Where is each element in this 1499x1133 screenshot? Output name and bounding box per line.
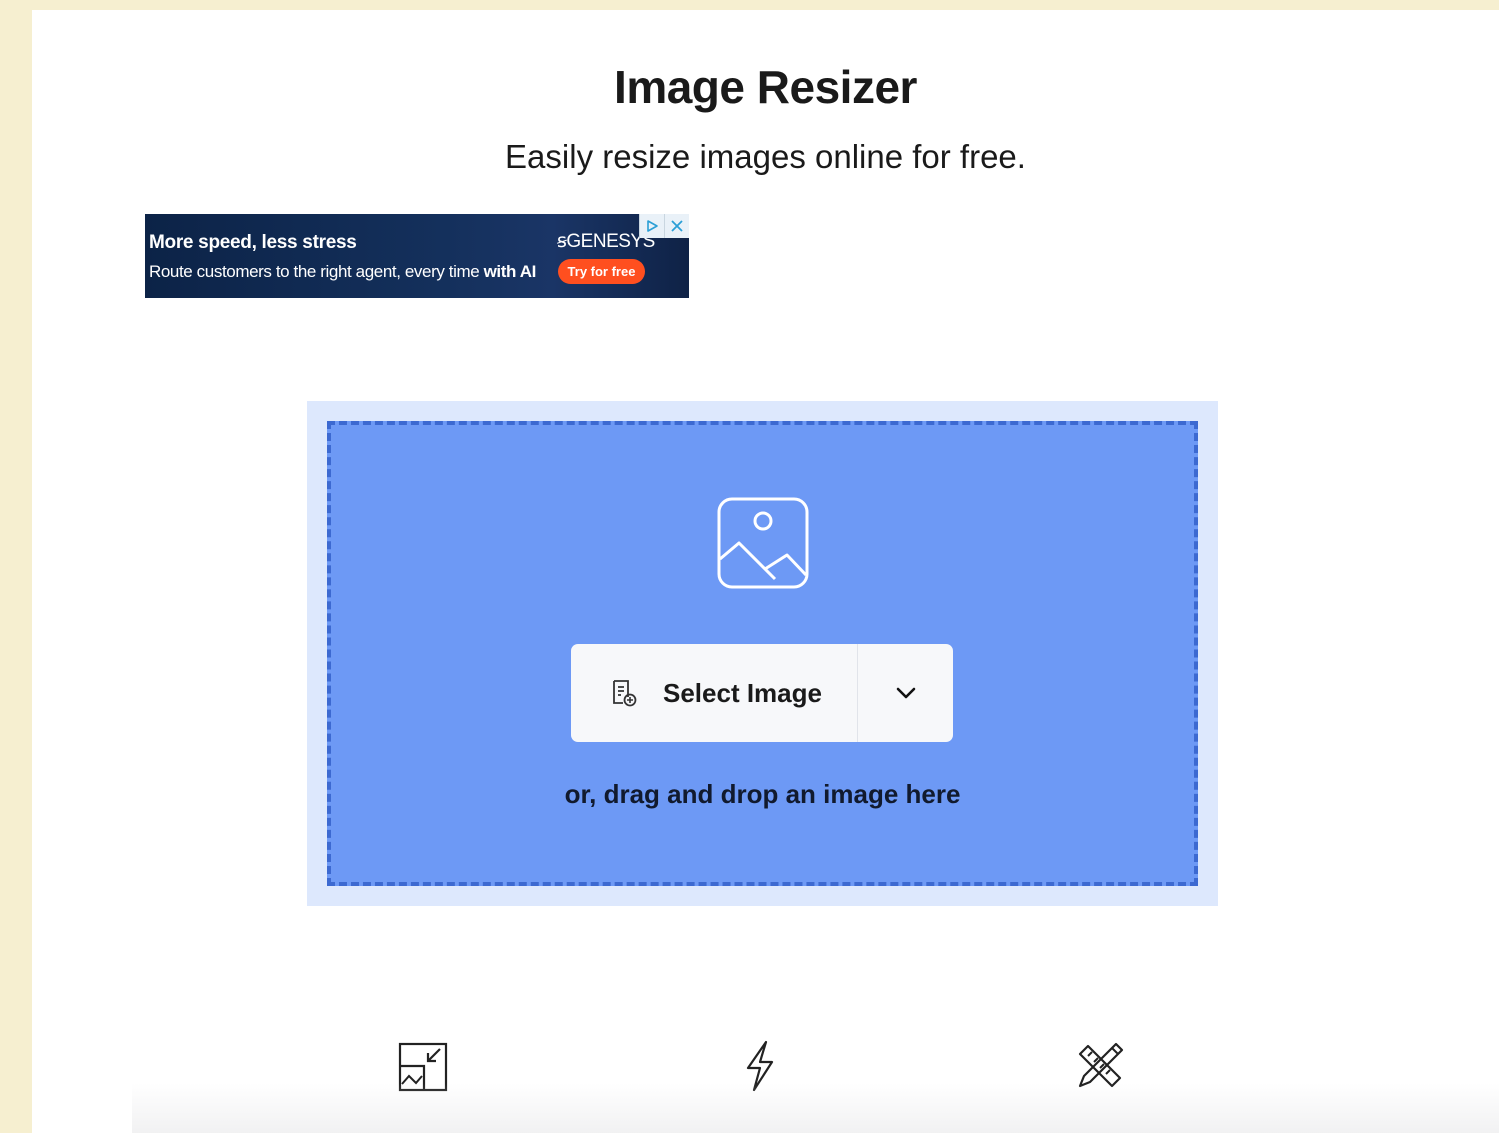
adchoices-icon[interactable]	[639, 214, 664, 238]
ad-banner[interactable]: More speed, less stress Route customers …	[145, 214, 689, 298]
ad-body: Route customers to the right agent, ever…	[149, 262, 536, 282]
select-image-group: Select Image	[571, 644, 953, 742]
ad-brand-mark: ꞩ	[557, 231, 567, 252]
dropzone[interactable]: Select Image or, drag and drop an image …	[327, 421, 1198, 886]
select-image-button[interactable]: Select Image	[571, 644, 857, 742]
ad-cta-button[interactable]: Try for free	[558, 259, 645, 284]
close-icon[interactable]	[664, 214, 689, 238]
ad-body-bold: with AI	[483, 262, 537, 281]
select-source-dropdown[interactable]	[858, 644, 953, 742]
chevron-down-icon	[896, 687, 915, 699]
ad-body-text: Route customers to the right agent, ever…	[149, 262, 480, 281]
page: Image Resizer Easily resize images onlin…	[32, 10, 1499, 1133]
select-image-label: Select Image	[663, 677, 822, 708]
ad-headline: More speed, less stress	[149, 232, 357, 253]
image-icon	[717, 497, 809, 589]
page-title: Image Resizer	[614, 61, 917, 113]
page-subtitle: Easily resize images online for free.	[505, 138, 1026, 175]
drag-drop-hint: or, drag and drop an image here	[564, 779, 961, 809]
bottom-fade	[132, 1083, 1499, 1133]
dropzone-frame: Select Image or, drag and drop an image …	[307, 401, 1218, 906]
file-add-icon	[613, 680, 637, 707]
ad-controls	[639, 214, 689, 238]
